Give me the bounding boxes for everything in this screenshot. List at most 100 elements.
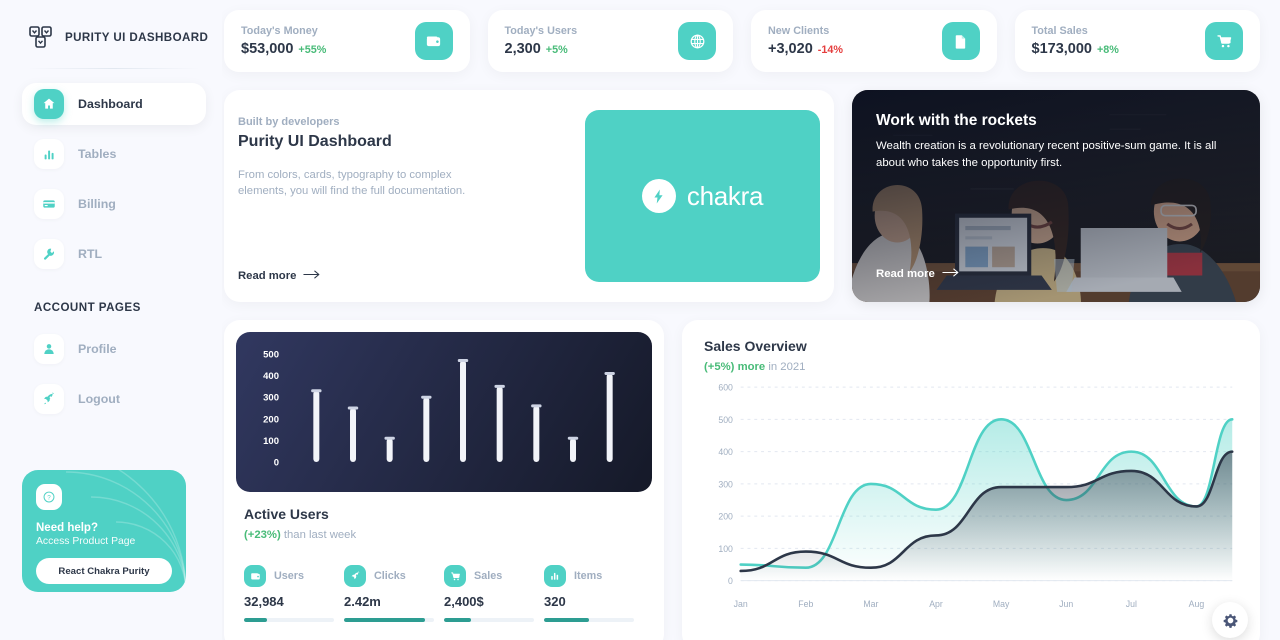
sidebar-item-label: Logout — [78, 392, 120, 406]
read-more-label: Read more — [876, 268, 935, 280]
mini-stat-items: Items 320 — [544, 565, 644, 622]
active-users-mini-stats: Users 32,984 Clicks 2.42m Sales 2,400$ I… — [244, 565, 644, 622]
sidebar: PURITY UI DASHBOARD Dashboard Tables Bil… — [0, 0, 222, 640]
svg-text:500: 500 — [718, 415, 733, 425]
brand-name: PURITY UI DASHBOARD — [65, 30, 209, 44]
stat-delta: +5% — [545, 44, 568, 56]
svg-text:Jul: Jul — [1126, 599, 1137, 609]
chakra-brand-panel: chakra — [585, 110, 820, 282]
svg-text:Aug: Aug — [1189, 599, 1205, 609]
sidebar-item-rtl[interactable]: RTL — [22, 233, 206, 275]
sidebar-nav: Dashboard Tables Billing RTL ACCOUNT PAG… — [22, 83, 206, 428]
feature-cards-row: Built by developers Purity UI Dashboard … — [224, 90, 1260, 302]
svg-text:200: 200 — [718, 512, 733, 522]
dashboard-app: PURITY UI DASHBOARD Dashboard Tables Bil… — [0, 0, 1280, 640]
svg-text:200: 200 — [263, 414, 279, 425]
stat-value: $53,000 — [241, 41, 294, 57]
document-icon — [941, 22, 980, 60]
grid-logo-icon — [28, 24, 54, 50]
stat-card-todays-users[interactable]: Today's Users 2,300 +5% — [487, 10, 733, 72]
built-card-description: From colors, cards, typography to comple… — [238, 169, 466, 198]
stat-delta: +8% — [1096, 44, 1119, 56]
read-more-label: Read more — [238, 270, 297, 282]
mini-stat-value: 32,984 — [244, 594, 284, 609]
mini-stat-progress-fill — [544, 618, 589, 622]
stat-card-todays-money[interactable]: Today's Money $53,000 +55% — [224, 10, 470, 72]
rockets-card-description: Wealth creation is a revolutionary recen… — [876, 140, 1217, 170]
active-users-card: 500 400 300 200 100 0 Active Users (+23%) tha… — [224, 320, 664, 640]
sidebar-item-profile[interactable]: Profile — [22, 328, 206, 370]
stats-bar-icon — [34, 139, 64, 169]
rocket-icon — [344, 565, 366, 587]
stat-label: Today's Users — [504, 25, 578, 37]
sidebar-item-billing[interactable]: Billing — [22, 183, 206, 225]
svg-text:600: 600 — [718, 382, 733, 392]
sales-overview-delta: (+5%) more — [704, 361, 766, 373]
chakra-bolt-icon — [641, 179, 676, 213]
built-card-read-more-link[interactable]: Read more — [238, 270, 575, 282]
globe-icon — [678, 22, 716, 60]
svg-text:Apr: Apr — [929, 599, 943, 609]
mini-stat-progress-fill — [344, 618, 425, 622]
mini-stat-progress-track — [244, 618, 334, 622]
mini-stat-label: Clicks — [374, 570, 406, 582]
home-icon — [34, 89, 64, 119]
svg-text:May: May — [993, 599, 1010, 609]
stat-delta: +55% — [298, 44, 327, 56]
mini-stat-value: 320 — [544, 594, 566, 609]
stat-value: 2,300 — [504, 41, 541, 57]
person-icon — [34, 334, 64, 364]
main-content: Today's Money $53,000 +55% Today's Users… — [222, 0, 1280, 640]
svg-text:?: ? — [47, 495, 51, 502]
mini-stat-clicks: Clicks 2.42m — [344, 565, 444, 622]
mini-stat-value: 2.42m — [344, 594, 381, 609]
svg-text:100: 100 — [263, 436, 279, 447]
sidebar-item-label: Billing — [78, 197, 116, 211]
stat-label: Today's Money — [241, 25, 318, 37]
help-card-subtitle: Access Product Page — [36, 536, 136, 547]
credit-card-icon — [34, 189, 64, 219]
arrow-right-icon — [303, 270, 322, 282]
bar-chart-svg: 500 400 300 200 100 0 — [263, 350, 615, 469]
built-by-developers-card: Built by developers Purity UI Dashboard … — [224, 90, 834, 302]
charts-row: 500 400 300 200 100 0 Active Users (+23%) tha… — [224, 320, 1260, 640]
sidebar-item-tables[interactable]: Tables — [22, 133, 206, 175]
stat-value: +3,020 — [768, 41, 813, 57]
work-with-the-rockets-card: Work with the rockets Wealth creation is… — [852, 90, 1260, 302]
mini-stat-label: Items — [574, 570, 603, 582]
svg-text:300: 300 — [718, 479, 733, 489]
stat-cards-row: Today's Money $53,000 +55% Today's Users… — [224, 10, 1260, 72]
mini-stat-sales: Sales 2,400$ — [444, 565, 544, 622]
svg-text:400: 400 — [263, 371, 279, 382]
sidebar-item-label: Tables — [78, 147, 117, 161]
svg-text:Jan: Jan — [734, 599, 748, 609]
svg-text:500: 500 — [263, 350, 279, 361]
sidebar-item-logout[interactable]: Logout — [22, 378, 206, 420]
svg-text:300: 300 — [263, 393, 279, 404]
mini-stat-progress-fill — [444, 618, 471, 622]
sidebar-item-dashboard[interactable]: Dashboard — [22, 83, 206, 125]
svg-text:Mar: Mar — [863, 599, 878, 609]
active-users-bar-chart: 500 400 300 200 100 0 — [236, 332, 652, 492]
sidebar-item-label: Profile — [78, 342, 117, 356]
brand[interactable]: PURITY UI DASHBOARD — [22, 18, 209, 50]
gear-icon[interactable] — [1212, 602, 1248, 638]
sidebar-divider — [28, 68, 200, 69]
svg-text:Feb: Feb — [798, 599, 813, 609]
rockets-card-read-more-link[interactable]: Read more — [876, 268, 1236, 280]
mini-stat-progress-track — [444, 618, 534, 622]
help-card: ? Need help? Access Product Page React C… — [22, 470, 186, 592]
stat-value: $173,000 — [1031, 41, 1092, 57]
stat-card-new-clients[interactable]: New Clients +3,020 -14% — [751, 10, 997, 72]
mini-stat-progress-track — [344, 618, 434, 622]
wallet-icon — [414, 22, 453, 60]
rocket-icon — [34, 384, 64, 414]
stat-card-total-sales[interactable]: Total Sales $173,000 +8% — [1014, 10, 1260, 72]
chakra-wordmark: chakra — [686, 180, 764, 211]
react-chakra-purity-button[interactable]: React Chakra Purity — [36, 558, 172, 584]
mini-stat-label: Sales — [474, 570, 503, 582]
mini-stat-value: 2,400$ — [444, 594, 484, 609]
sidebar-item-label: RTL — [78, 247, 103, 261]
mini-stat-users: Users 32,984 — [244, 565, 344, 622]
stats-bar-icon — [544, 565, 566, 587]
